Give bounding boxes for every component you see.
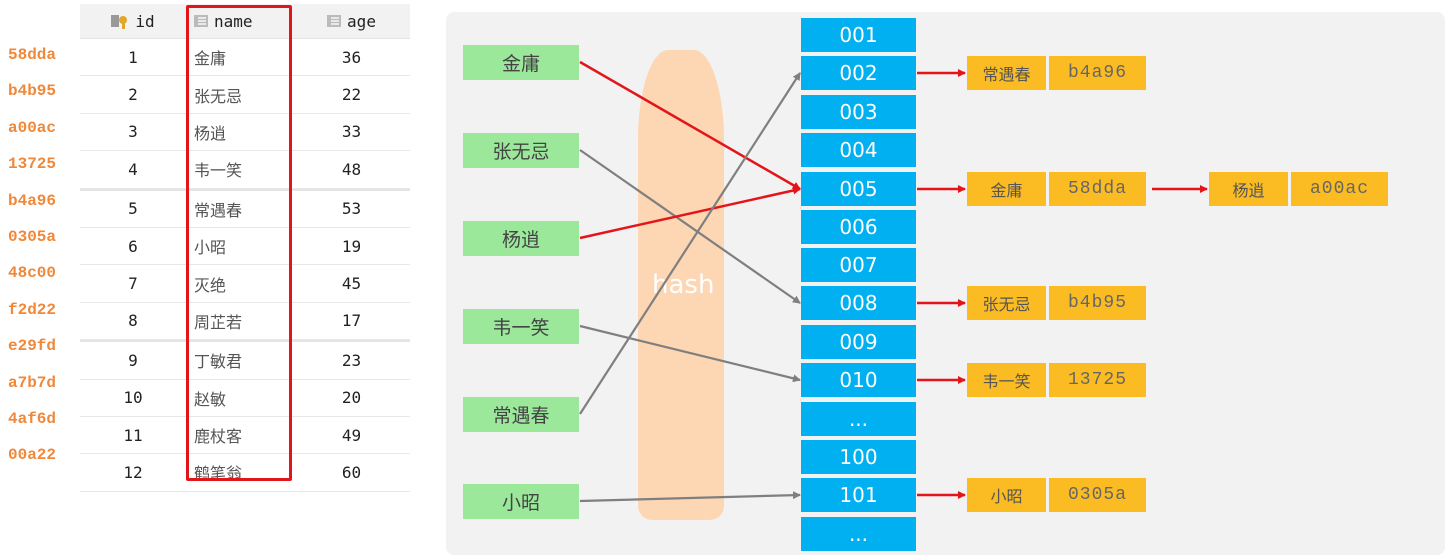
- hash-mapping-arrow: [579, 324, 801, 383]
- arrows-layer: [579, 60, 1208, 503]
- hash-mapping-arrow: [579, 186, 801, 240]
- hash-mapping-arrow: [579, 491, 801, 503]
- hash-mapping-arrow: [579, 149, 801, 304]
